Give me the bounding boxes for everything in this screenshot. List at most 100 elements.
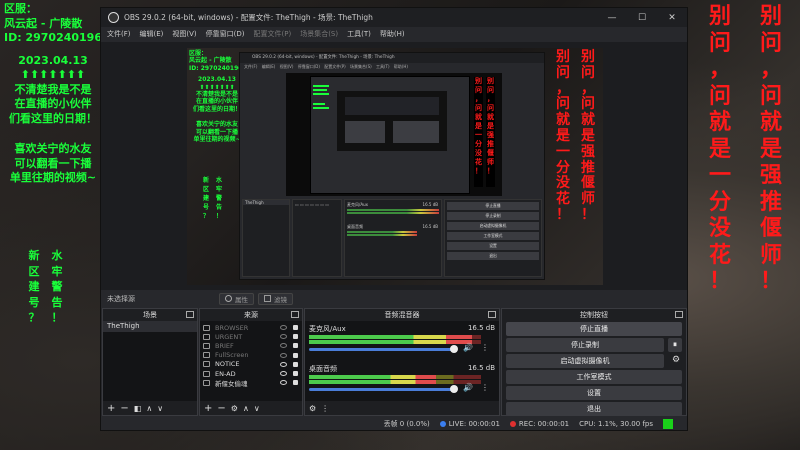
exit-button[interactable]: 退出 xyxy=(506,402,682,416)
menu-help[interactable]: 帮助(H) xyxy=(380,29,405,39)
arrow-row: ⬆⬆⬆⬆⬆⬆⬆ xyxy=(20,68,86,81)
track-name: 桌面音频 xyxy=(309,365,337,373)
source-item[interactable]: BRIEF xyxy=(200,341,302,350)
undock-icon[interactable] xyxy=(186,311,194,318)
source-item[interactable]: FullScreen xyxy=(200,351,302,360)
properties-button[interactable]: 属性 xyxy=(219,292,254,305)
minimize-button[interactable]: — xyxy=(597,13,627,23)
browser-icon xyxy=(203,333,210,340)
add-source-button[interactable]: + xyxy=(204,403,212,414)
undock-icon[interactable] xyxy=(488,311,496,318)
controls-dock: 控制按钮 停止直播 停止录制 ⏸ 启动虚拟摄像机 ⚙ 工作室模式 设置 退出 xyxy=(501,308,687,416)
eye-icon[interactable] xyxy=(280,361,287,367)
browser-icon xyxy=(203,370,210,377)
eye-hidden-icon[interactable] xyxy=(280,334,287,340)
track-name: 麦克风/Aux xyxy=(309,325,346,333)
pause-recording-button[interactable]: ⏸ xyxy=(668,338,682,352)
menu-file[interactable]: 文件(F) xyxy=(107,29,131,39)
gear-icon[interactable]: ⚙ xyxy=(672,355,680,365)
preview-area: 区服： 风云起 - 广陵散 ID: 2970240196 2023.04.13 … xyxy=(101,42,687,290)
remove-scene-button[interactable]: − xyxy=(120,403,128,414)
slider-knob xyxy=(449,345,458,353)
live-status: LIVE: 00:00:01 xyxy=(439,420,500,428)
volume-slider[interactable] xyxy=(309,385,458,393)
source-item[interactable]: BROWSER xyxy=(200,323,302,332)
menu-docks[interactable]: 停靠窗口(D) xyxy=(206,29,245,39)
notice-line-2: 在直播的小伙伴 xyxy=(14,97,92,110)
lock-icon[interactable] xyxy=(293,325,298,331)
scene-item-thethigh[interactable]: TheThigh xyxy=(103,321,197,332)
server-label: 区服： xyxy=(4,2,37,15)
move-up-icon[interactable]: ∧ xyxy=(243,404,249,413)
red-slogan-1: 别问，问就是一分没花！ xyxy=(708,4,731,294)
menu-profile[interactable]: 配置文件(P) xyxy=(254,29,292,39)
add-scene-button[interactable]: + xyxy=(107,403,115,414)
lock-icon[interactable] xyxy=(293,343,298,349)
undock-icon[interactable] xyxy=(291,311,299,318)
source-item[interactable]: NOTICE xyxy=(200,360,302,369)
move-down-icon[interactable]: ∨ xyxy=(157,404,163,413)
browser-icon xyxy=(203,342,210,349)
nested-red-1: 别问，问就是一分没花！ xyxy=(474,77,483,187)
preview-red-2: 别问，问就是强推偃师！ xyxy=(581,49,595,223)
nested-obs-window: OBS 29.0.2 (64-bit, windows) - 配置文件: The… xyxy=(239,52,545,280)
more-options-icon[interactable]: ⋮ xyxy=(481,343,489,352)
source-settings-icon[interactable]: ⚙ xyxy=(231,404,238,413)
connection-health-icon xyxy=(663,419,673,429)
browser-icon xyxy=(203,352,210,359)
lock-icon[interactable] xyxy=(293,334,298,340)
more-options-icon[interactable]: ⋮ xyxy=(321,404,329,413)
more-options-icon[interactable]: ⋮ xyxy=(481,383,489,392)
browser-icon xyxy=(203,379,210,386)
mixer-settings-icon[interactable]: ⚙ xyxy=(309,404,316,413)
lock-icon[interactable] xyxy=(293,371,298,377)
stream-icon xyxy=(439,421,446,427)
stream-date: 2023.04.13 xyxy=(18,53,88,67)
menu-view[interactable]: 视图(V) xyxy=(172,29,196,39)
menu-edit[interactable]: 编辑(E) xyxy=(140,29,164,39)
stop-recording-button[interactable]: 停止录制 xyxy=(506,338,664,352)
nested-red-2: 别问，问就是强推偃师！ xyxy=(486,77,495,187)
maximize-button[interactable]: ☐ xyxy=(627,13,657,23)
notice-line-3: 们看这里的日期！ xyxy=(9,111,97,125)
speaker-icon[interactable]: 🔊 xyxy=(463,343,473,352)
start-virtual-camera-button[interactable]: 启动虚拟摄像机 xyxy=(506,354,664,368)
fans-line-2: 可以翻看一下播 xyxy=(14,156,92,170)
volume-slider[interactable] xyxy=(309,345,458,353)
stop-streaming-button[interactable]: 停止直播 xyxy=(506,322,682,336)
lock-icon[interactable] xyxy=(293,380,298,386)
program-preview[interactable]: 区服： 风云起 - 广陵散 ID: 2970240196 2023.04.13 … xyxy=(187,48,603,285)
preview-red-1: 别问，问就是一分没花！ xyxy=(556,49,570,223)
level-meter xyxy=(309,380,481,384)
source-item[interactable]: 新偃女偷魂 xyxy=(200,378,302,388)
eye-icon[interactable] xyxy=(280,380,287,386)
lock-icon[interactable] xyxy=(293,361,298,367)
lock-icon[interactable] xyxy=(293,352,298,358)
eye-hidden-icon[interactable] xyxy=(280,343,287,349)
source-item[interactable]: URGENT xyxy=(200,332,302,341)
remove-source-button[interactable]: − xyxy=(217,403,225,414)
level-meter xyxy=(309,340,481,344)
preview-left-overlay: 区服： 风云起 - 广陵散 ID: 2970240196 2023.04.13 … xyxy=(189,50,243,144)
close-button[interactable]: ✕ xyxy=(657,13,687,23)
mixer-title: 音频混音器 xyxy=(384,311,420,319)
eye-hidden-icon[interactable] xyxy=(280,325,287,331)
eye-icon[interactable] xyxy=(280,371,287,377)
audio-mixer-dock: 音频混音器 麦克风/Aux 16.5 dB 🔊 ⋮ 桌面音频 16.5 dB 🔊 xyxy=(304,308,500,416)
move-up-icon[interactable]: ∧ xyxy=(146,404,152,413)
controls-title: 控制按钮 xyxy=(580,311,608,319)
browser-icon xyxy=(203,361,210,368)
eye-hidden-icon[interactable] xyxy=(280,352,287,358)
filters-button[interactable]: 滤镜 xyxy=(258,292,293,305)
scene-filters-icon[interactable]: ◧ xyxy=(134,404,142,413)
level-meter xyxy=(309,375,481,379)
settings-button[interactable]: 设置 xyxy=(506,386,682,400)
menu-scene-collection[interactable]: 场景集合(S) xyxy=(300,29,338,39)
menu-tools[interactable]: 工具(T) xyxy=(347,29,371,39)
move-down-icon[interactable]: ∨ xyxy=(254,404,260,413)
undock-icon[interactable] xyxy=(675,311,683,318)
level-meter xyxy=(309,335,481,339)
speaker-icon[interactable]: 🔊 xyxy=(463,383,473,392)
studio-mode-button[interactable]: 工作室模式 xyxy=(506,370,682,384)
fans-line-1: 喜欢关宁的水友 xyxy=(14,142,92,155)
